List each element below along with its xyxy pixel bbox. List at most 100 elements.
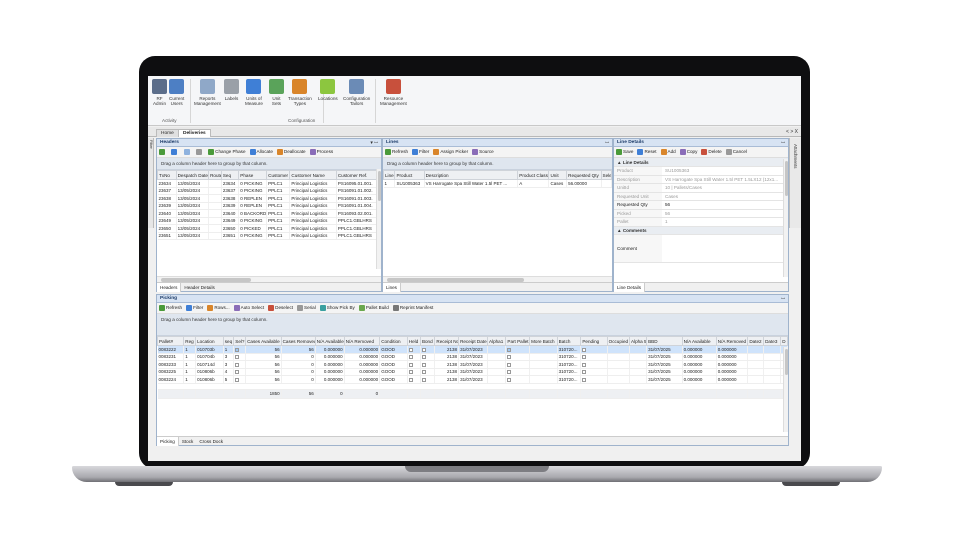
column-header-line[interactable]: Line: [382, 170, 396, 180]
column-header-alpha1[interactable]: Alpha1: [486, 336, 507, 346]
column-header-condition[interactable]: Condition: [379, 336, 408, 346]
checkbox[interactable]: [582, 362, 587, 367]
column-header-d[interactable]: D: [780, 336, 788, 346]
checkbox[interactable]: [421, 377, 426, 382]
ribbon-button-units-of-measure[interactable]: Units of Measure: [245, 79, 263, 106]
column-header-product-class[interactable]: Product Class: [517, 170, 550, 180]
group-by-area[interactable]: Drag a column header here to group by th…: [157, 158, 381, 170]
reprint-manifest-button[interactable]: Reprint Manifest: [392, 305, 433, 311]
column-header-date2[interactable]: Date2: [747, 336, 765, 346]
ribbon-button-rf-admin[interactable]: RF Admin: [152, 79, 167, 106]
table-row[interactable]: 23640 13/05/2024 23640 0 BACKORD PPLC1 Princi…: [157, 209, 382, 218]
show-pick-by-button[interactable]: Show Pick By: [319, 305, 355, 311]
column-header-route[interactable]: Route: [208, 170, 222, 180]
tab-headers[interactable]: Headers: [157, 283, 182, 292]
deallocate-button[interactable]: Deallocate: [276, 149, 306, 155]
checkbox[interactable]: [408, 377, 413, 382]
column-header-n-a-available[interactable]: N/A Available: [681, 336, 717, 346]
checkbox[interactable]: [408, 370, 413, 375]
pin-icon[interactable]: ꟷ: [781, 296, 785, 302]
column-header-txno[interactable]: TxNo: [157, 170, 177, 180]
column-header-n-a-available[interactable]: N/A Available: [314, 336, 345, 346]
cancel-button[interactable]: Cancel: [725, 149, 747, 155]
ribbon-button-labels[interactable]: Labels: [224, 79, 239, 101]
refresh-button[interactable]: Refresh: [159, 305, 182, 311]
part-pallet-checkbox[interactable]: [507, 362, 512, 367]
property-value[interactable]: 56: [662, 200, 788, 210]
column-header-part-pallet[interactable]: Part Pallet: [505, 336, 531, 346]
save-button[interactable]: Save: [616, 149, 633, 155]
column-header-phase[interactable]: Phase: [238, 170, 268, 180]
part-pallet-checkbox[interactable]: [507, 347, 512, 352]
column-header-more-batch[interactable]: More Batch: [529, 336, 558, 346]
refresh-button[interactable]: [159, 149, 166, 155]
column-header-held[interactable]: Held: [406, 336, 421, 346]
tab-header-details[interactable]: Header Details: [181, 283, 217, 292]
table-row[interactable]: 23650 13/05/2024 23650 0 PICKED PPLC1 Princip…: [157, 224, 382, 233]
checkbox[interactable]: [235, 370, 240, 375]
part-pallet-checkbox[interactable]: [507, 355, 512, 360]
column-header-occupied[interactable]: Occupied: [606, 336, 630, 346]
reset-button[interactable]: Reset: [637, 149, 657, 155]
column-header-unit[interactable]: Unit: [548, 170, 568, 180]
checkbox[interactable]: [421, 347, 426, 352]
comment-field[interactable]: [662, 234, 788, 263]
column-header-receipt-date[interactable]: Receipt Date: [458, 336, 488, 346]
column-header-bond[interactable]: Bond: [419, 336, 436, 346]
checkbox[interactable]: [408, 355, 413, 360]
ribbon-button-current-users[interactable]: Current Users: [169, 79, 184, 106]
column-header-date3[interactable]: Date3: [763, 336, 782, 346]
ribbon-button-transaction-types[interactable]: Transaction Types: [288, 79, 312, 106]
checkbox[interactable]: [421, 355, 426, 360]
pallet-build-button[interactable]: Pallet Build: [358, 305, 389, 311]
tab-lines[interactable]: Lines: [383, 283, 401, 292]
ribbon-button-unit-sets[interactable]: Unit Sets: [269, 79, 284, 106]
column-header-seq[interactable]: seq: [222, 336, 235, 346]
table-row[interactable]: 23649 13/05/2024 23649 0 PICKING PPLC1 Princi…: [157, 217, 382, 225]
column-header-requested-qty[interactable]: Requested Qty: [566, 170, 602, 180]
column-header-location[interactable]: Location: [195, 336, 224, 346]
column-header-customer-name[interactable]: Customer Name: [289, 170, 337, 180]
column-header-description[interactable]: Description: [423, 170, 519, 180]
ribbon-button-resource-management[interactable]: Resource Management: [380, 79, 407, 106]
column-header-sel[interactable]: Sel?: [233, 336, 247, 346]
ribbon-button-locations[interactable]: Locations: [318, 79, 338, 101]
table-row[interactable]: 23637 13/05/2024 23637 0 PICKING PPLC1 Princi…: [157, 187, 382, 195]
assign-picker-button[interactable]: Assign Picker: [433, 149, 468, 155]
column-header-n-a-removed[interactable]: N/A Removed: [343, 336, 381, 346]
column-header-cases-available[interactable]: Cases Available: [245, 336, 282, 346]
part-pallet-checkbox[interactable]: [507, 370, 512, 375]
column-header-despatch-date[interactable]: Despatch Date: [175, 170, 210, 180]
process-button[interactable]: Process: [309, 149, 333, 155]
column-header-pending[interactable]: Pending: [580, 336, 608, 346]
checkbox[interactable]: [408, 362, 413, 367]
checkbox[interactable]: [235, 377, 240, 382]
tab-controls[interactable]: < > X: [786, 129, 798, 135]
column-header-pallet[interactable]: Pallet#: [156, 336, 185, 346]
table-row[interactable]: 0083222 1 010703b 1 56 56 0.000000 0.000000 GOOD…: [157, 345, 788, 354]
column-header-alpha-5[interactable]: Alpha 5: [628, 336, 648, 346]
table-row[interactable]: 23651 13/05/2024 23651 0 PICKING PPLC1 Princi…: [157, 232, 382, 240]
checkbox[interactable]: [582, 347, 587, 352]
column-header-receipt-no[interactable]: Receipt No: [434, 336, 460, 346]
auto-select-button[interactable]: Auto Select: [233, 305, 264, 311]
tab-home[interactable]: Home: [156, 129, 179, 137]
checkbox[interactable]: [582, 370, 587, 375]
allocate-button[interactable]: Allocate: [249, 149, 273, 155]
grid-view-button[interactable]: [171, 149, 178, 155]
table-row[interactable]: 0083224 1 010806b 5 56 0 0.000000 0.000000 GOOD 2…: [157, 375, 788, 384]
tab-picking[interactable]: Picking: [157, 437, 179, 446]
copy-button[interactable]: Copy: [679, 149, 697, 155]
ribbon-button-configuration-tailors[interactable]: Configuration Tailors: [343, 79, 370, 106]
section-comments[interactable]: ▲ Comments: [614, 226, 788, 235]
serial-button[interactable]: Serial: [297, 305, 316, 311]
attachments-side-strip[interactable]: Attachments: [789, 138, 801, 228]
table-row[interactable]: 0083225 1 010806b 4 56 0 0.000000 0.000000 GOOD 2…: [157, 368, 788, 376]
pin-icon[interactable]: ꟷ: [605, 140, 609, 146]
ribbon-button-reports-management[interactable]: Reports Management: [194, 79, 221, 106]
filter-button[interactable]: Filter: [412, 149, 429, 155]
vertical-scrollbar[interactable]: [783, 159, 788, 277]
group-by-area[interactable]: Drag a column header here to group by th…: [383, 158, 612, 170]
checkbox[interactable]: [408, 347, 413, 352]
column-header-bbd[interactable]: BBD: [646, 336, 683, 346]
